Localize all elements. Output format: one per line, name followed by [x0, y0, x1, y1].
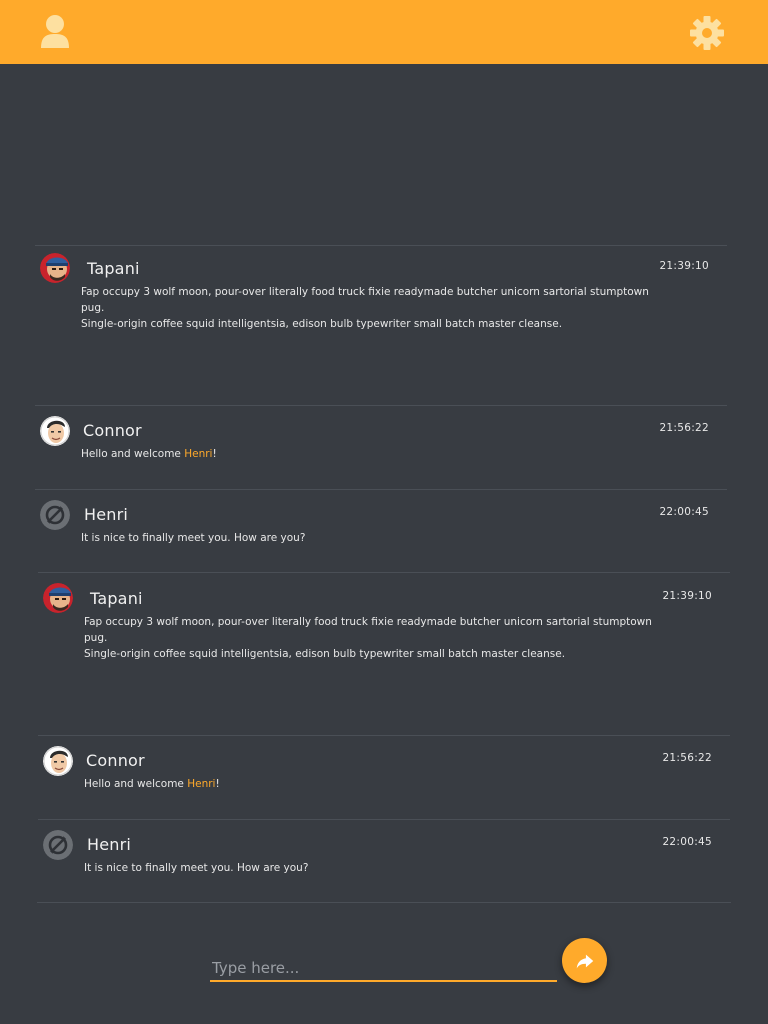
message-text-line: Fap occupy 3 wolf moon, pour-over litera…: [81, 286, 649, 314]
message-time: 21:56:22: [662, 752, 712, 764]
message-text-line: Single-origin coffee squid intelligentsi…: [81, 318, 563, 330]
message-text: Hello and welcome Henri!: [81, 446, 667, 462]
user-mention[interactable]: Henri: [187, 778, 215, 790]
message-item: Tapani 21:39:10 Fap occupy 3 wolf moon, …: [38, 572, 730, 735]
message-list[interactable]: Tapani 21:39:10 Fap occupy 3 wolf moon, …: [0, 64, 768, 924]
message-text-line: Fap occupy 3 wolf moon, pour-over litera…: [84, 616, 652, 644]
message-time: 21:39:10: [659, 260, 709, 272]
message-text: Fap occupy 3 wolf moon, pour-over litera…: [84, 614, 670, 662]
share-arrow-icon: [576, 954, 593, 968]
user-icon[interactable]: [38, 14, 72, 50]
message-time: 21:39:10: [662, 590, 712, 602]
message-text: Hello and welcome Henri!: [84, 776, 670, 792]
user-mention[interactable]: Henri: [184, 448, 212, 460]
message-item: Tapani 21:39:10 Fap occupy 3 wolf moon, …: [35, 245, 727, 405]
sender-name: Henri: [84, 505, 129, 524]
message-text-part: Hello and welcome: [84, 778, 188, 790]
sender-name: Tapani: [90, 589, 143, 608]
message-text: It is nice to finally meet you. How are …: [84, 862, 309, 874]
message-text-line: Single-origin coffee squid intelligentsi…: [84, 648, 566, 660]
henri-avatar: [43, 830, 73, 860]
sender-name: Connor: [86, 751, 145, 770]
henri-avatar: [40, 500, 70, 530]
divider: [37, 902, 731, 903]
top-bar: [0, 0, 768, 64]
connor-avatar: [43, 746, 73, 776]
message-text-part: Hello and welcome: [81, 448, 185, 460]
tapani-avatar: [40, 253, 70, 283]
send-button[interactable]: [562, 938, 607, 983]
message-text: It is nice to finally meet you. How are …: [81, 532, 306, 544]
sender-name: Tapani: [87, 259, 140, 278]
tapani-avatar: [43, 583, 73, 613]
message-text-part: !: [212, 448, 217, 460]
message-time: 22:00:45: [662, 836, 712, 848]
message-time: 22:00:45: [659, 506, 709, 518]
message-item: Henri 22:00:45 It is nice to finally mee…: [38, 819, 730, 902]
connor-avatar: [40, 416, 70, 446]
sender-name: Henri: [87, 835, 132, 854]
gear-icon[interactable]: [690, 16, 724, 50]
message-input[interactable]: [210, 956, 557, 982]
message-text: Fap occupy 3 wolf moon, pour-over litera…: [81, 284, 667, 332]
message-item: Connor 21:56:22 Hello and welcome Henri!: [35, 405, 727, 489]
message-time: 21:56:22: [659, 422, 709, 434]
message-item: Connor 21:56:22 Hello and welcome Henri!: [38, 735, 730, 819]
message-text-part: !: [215, 778, 220, 790]
sender-name: Connor: [83, 421, 142, 440]
message-item: Henri 22:00:45 It is nice to finally mee…: [35, 489, 727, 572]
